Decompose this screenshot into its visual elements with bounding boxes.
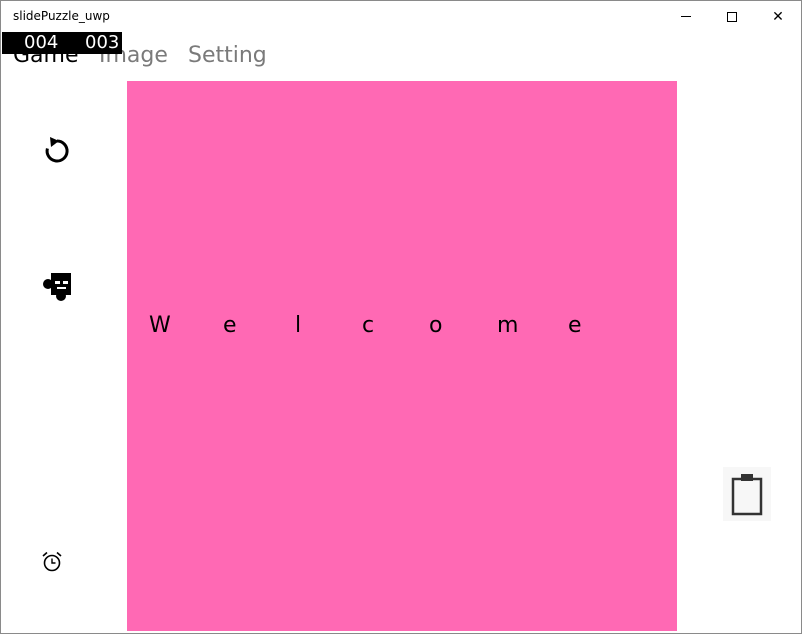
window-title: slidePuzzle_uwp [13,9,110,23]
time-counter: 003 [85,32,120,53]
maximize-button[interactable] [709,1,755,32]
counter-badge: 004 003 [2,32,122,54]
welcome-letter: e [223,313,237,338]
minimize-icon [681,16,691,17]
close-icon: ✕ [772,8,784,24]
restart-button[interactable] [39,133,75,169]
welcome-letter: m [497,313,519,338]
welcome-letter: e [568,313,582,338]
welcome-letter: l [295,313,302,338]
puzzle-board[interactable]: W e l c o m e [127,81,677,631]
clipboard-icon [731,474,763,516]
hint-button[interactable] [39,267,77,305]
maximize-icon [727,11,737,22]
tab-setting[interactable]: Setting [188,43,267,68]
move-counter: 004 [24,32,59,53]
title-bar[interactable]: slidePuzzle_uwp ✕ [1,1,801,32]
app-window: slidePuzzle_uwp ✕ 004 003 Game Image Set… [0,0,802,634]
welcome-letter: W [149,313,171,338]
welcome-text: W e l c o m e [127,313,677,343]
alarm-clock-icon [42,551,62,572]
refresh-icon [45,137,69,163]
puzzle-icon [43,273,71,301]
clipboard-button[interactable] [723,467,771,521]
welcome-letter: o [429,313,443,338]
close-button[interactable]: ✕ [755,1,801,32]
timer-button[interactable] [39,549,65,575]
minimize-button[interactable] [663,1,709,32]
welcome-letter: c [362,313,375,338]
